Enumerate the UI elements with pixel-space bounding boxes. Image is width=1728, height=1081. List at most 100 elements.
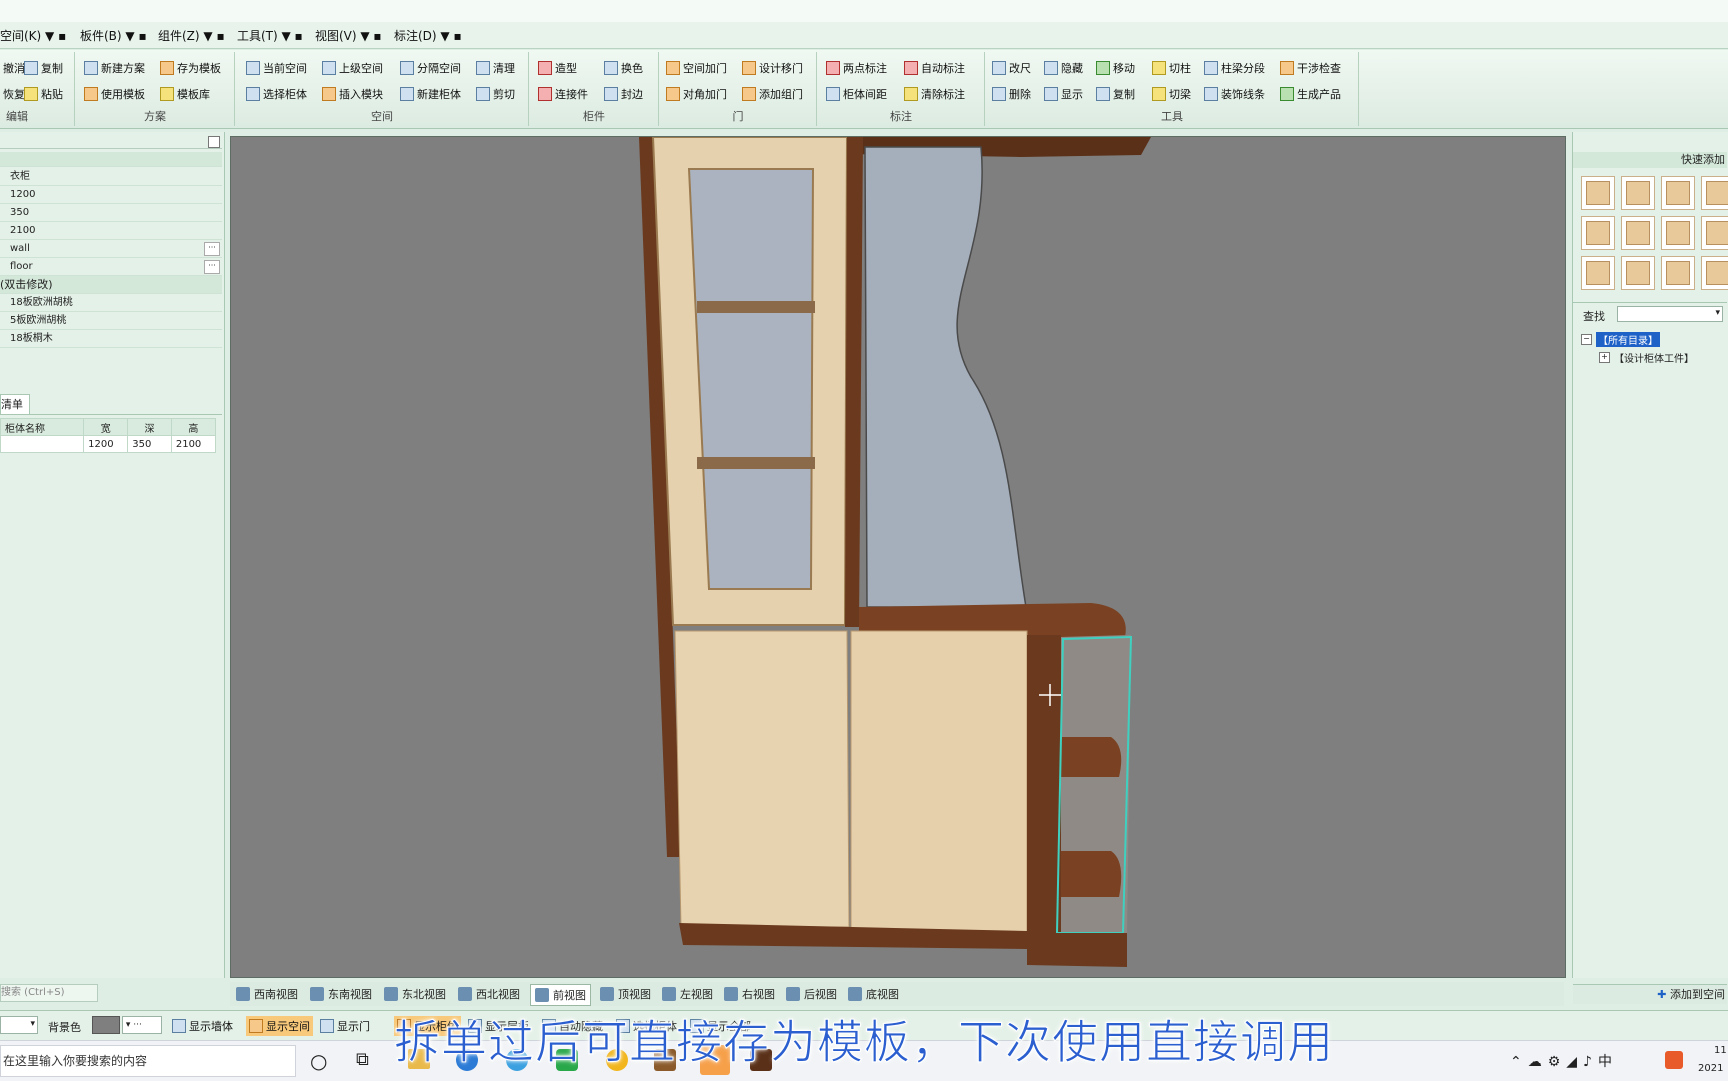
thumb-cabinet-2[interactable] <box>1621 176 1655 210</box>
connector-button[interactable]: 连接件 <box>538 84 588 104</box>
thumb-cabinet-3[interactable] <box>1661 176 1695 210</box>
thumb-cabinet-10[interactable] <box>1621 256 1655 290</box>
cut-button[interactable]: 剪切 <box>476 84 515 104</box>
tree-node-design[interactable]: + 【设计柜体工件】 <box>1599 350 1694 365</box>
tab-right-view[interactable]: 右视图 <box>724 984 775 1004</box>
menu-space[interactable]: 空间(K) ▼ ▪ <box>0 27 66 44</box>
material-row[interactable]: 18板欧洲胡桃 <box>0 294 222 312</box>
ribbon-toolbar: 撤消 复制 恢复 粘贴 编辑 新建方案 存为模板 使用模板 模板库 方案 当前空… <box>0 50 1728 129</box>
tab-southwest-view[interactable]: 西南视图 <box>236 984 298 1004</box>
menu-board[interactable]: 板件(B) ▼ ▪ <box>80 27 147 44</box>
thumb-cabinet-5[interactable] <box>1581 216 1615 250</box>
column-beam-segment-button[interactable]: 柱梁分段 <box>1204 58 1265 78</box>
group-door-button[interactable]: 添加组门 <box>742 84 803 104</box>
select-cabinet-button[interactable]: 选择柜体 <box>246 84 307 104</box>
prop-row-height[interactable]: 2100 <box>0 222 222 240</box>
thumb-cabinet-8[interactable] <box>1701 216 1728 250</box>
tab-front-view[interactable]: 前视图 <box>530 984 591 1006</box>
resize-button[interactable]: 改尺 <box>992 58 1031 78</box>
prop-row-name[interactable]: 衣柜 <box>0 168 222 186</box>
prop-row-depth[interactable]: 350 <box>0 204 222 222</box>
undo-button[interactable]: 撤消 <box>0 58 25 78</box>
move-button[interactable]: 移动 <box>1096 58 1135 78</box>
thumb-cabinet-6[interactable] <box>1621 216 1655 250</box>
table-row[interactable]: 1200 350 2100 <box>0 435 217 453</box>
copy-button[interactable]: 复制 <box>24 58 63 78</box>
tab-list[interactable]: 清单 <box>0 394 30 415</box>
duplicate-button[interactable]: 复制 <box>1096 84 1135 104</box>
generate-product-button[interactable]: 生成产品 <box>1280 84 1341 104</box>
menu-tools[interactable]: 工具(T) ▼ ▪ <box>237 27 303 44</box>
add-to-space-button[interactable]: ✚ 添加到空间 <box>1573 984 1727 1004</box>
tab-back-view[interactable]: 后视图 <box>786 984 837 1004</box>
interference-check-button[interactable]: 干涉检查 <box>1280 58 1341 78</box>
3d-viewport[interactable] <box>230 136 1566 978</box>
show-button[interactable]: 显示 <box>1044 84 1083 104</box>
paste-button[interactable]: 粘贴 <box>24 84 63 104</box>
pin-icon[interactable] <box>208 136 220 148</box>
tab-top-view[interactable]: 顶视图 <box>600 984 651 1004</box>
auto-dim-button[interactable]: 自动标注 <box>904 58 965 78</box>
corner-door-button[interactable]: 对角加门 <box>666 84 727 104</box>
material-row[interactable]: 5板欧洲胡桃 <box>0 312 222 330</box>
cube-icon <box>786 987 800 1001</box>
search-hint-box[interactable]: 搜索 (Ctrl+S) <box>0 984 98 1002</box>
tab-southeast-view[interactable]: 东南视图 <box>310 984 372 1004</box>
thumb-cabinet-1[interactable] <box>1581 176 1615 210</box>
connector-icon <box>538 87 552 101</box>
current-space-button[interactable]: 当前空间 <box>246 58 307 78</box>
save-as-template-button[interactable]: 存为模板 <box>160 58 221 78</box>
sliding-door-button[interactable]: 设计移门 <box>742 58 803 78</box>
col-header-depth[interactable]: 深 <box>127 418 172 436</box>
clean-button[interactable]: 清理 <box>476 58 515 78</box>
search-select[interactable]: ▾ <box>1617 306 1723 322</box>
insert-module-button[interactable]: 插入模块 <box>322 84 383 104</box>
decor-line-button[interactable]: 装饰线条 <box>1204 84 1265 104</box>
ellipsis-button[interactable]: ··· <box>204 242 220 256</box>
new-scheme-button[interactable]: 新建方案 <box>84 58 145 78</box>
col-header-height[interactable]: 高 <box>170 418 217 436</box>
cut-beam-button[interactable]: 切梁 <box>1152 84 1191 104</box>
ellipsis-button[interactable]: ··· <box>204 260 220 274</box>
prop-row-wall[interactable]: wall ··· <box>0 240 222 258</box>
parent-space-button[interactable]: 上级空间 <box>322 58 383 78</box>
tab-left-view[interactable]: 左视图 <box>662 984 713 1004</box>
shape-button[interactable]: 造型 <box>538 58 577 78</box>
tab-northwest-view[interactable]: 西北视图 <box>458 984 520 1004</box>
split-space-button[interactable]: 分隔空间 <box>400 58 461 78</box>
thumb-cabinet-7[interactable] <box>1661 216 1695 250</box>
redo-button[interactable]: 恢复 <box>0 84 25 104</box>
thumb-cabinet-4[interactable] <box>1701 176 1728 210</box>
delete-button[interactable]: 删除 <box>992 84 1031 104</box>
prop-row-floor[interactable]: floor ··· <box>0 258 222 276</box>
use-template-button[interactable]: 使用模板 <box>84 84 145 104</box>
hide-button[interactable]: 隐藏 <box>1044 58 1083 78</box>
prop-row-width[interactable]: 1200 <box>0 186 222 204</box>
col-header-name[interactable]: 柜体名称 <box>0 418 85 436</box>
thumb-cabinet-9[interactable] <box>1581 256 1615 290</box>
tab-northeast-view[interactable]: 东北视图 <box>384 984 446 1004</box>
two-point-dim-button[interactable]: 两点标注 <box>826 58 887 78</box>
thumb-cabinet-12[interactable] <box>1701 256 1728 290</box>
menu-view[interactable]: 视图(V) ▼ ▪ <box>315 27 382 44</box>
thumb-cabinet-11[interactable] <box>1661 256 1695 290</box>
tab-bottom-view[interactable]: 底视图 <box>848 984 899 1004</box>
menu-component[interactable]: 组件(Z) ▼ ▪ <box>158 27 225 44</box>
clear-dim-button[interactable]: 清除标注 <box>904 84 965 104</box>
col-header-width[interactable]: 宽 <box>83 418 129 436</box>
edge-band-button[interactable]: 封边 <box>604 84 643 104</box>
cabinet-spacing-button[interactable]: 柜体间距 <box>826 84 887 104</box>
add-door-button[interactable]: 空间加门 <box>666 58 727 78</box>
collapse-icon[interactable]: − <box>1581 334 1592 345</box>
tree-node-all[interactable]: − 【所有目录】 <box>1581 332 1660 347</box>
change-color-button[interactable]: 换色 <box>604 58 643 78</box>
expand-icon[interactable]: + <box>1599 352 1610 363</box>
menu-annotate[interactable]: 标注(D) ▼ ▪ <box>394 27 462 44</box>
new-cabinet-button[interactable]: 新建柜体 <box>400 84 461 104</box>
scissors-icon <box>476 87 490 101</box>
material-row[interactable]: 18板桐木 <box>0 330 222 348</box>
cube-icon <box>662 987 676 1001</box>
copy-icon <box>24 61 38 75</box>
cut-column-button[interactable]: 切柱 <box>1152 58 1191 78</box>
template-library-button[interactable]: 模板库 <box>160 84 210 104</box>
